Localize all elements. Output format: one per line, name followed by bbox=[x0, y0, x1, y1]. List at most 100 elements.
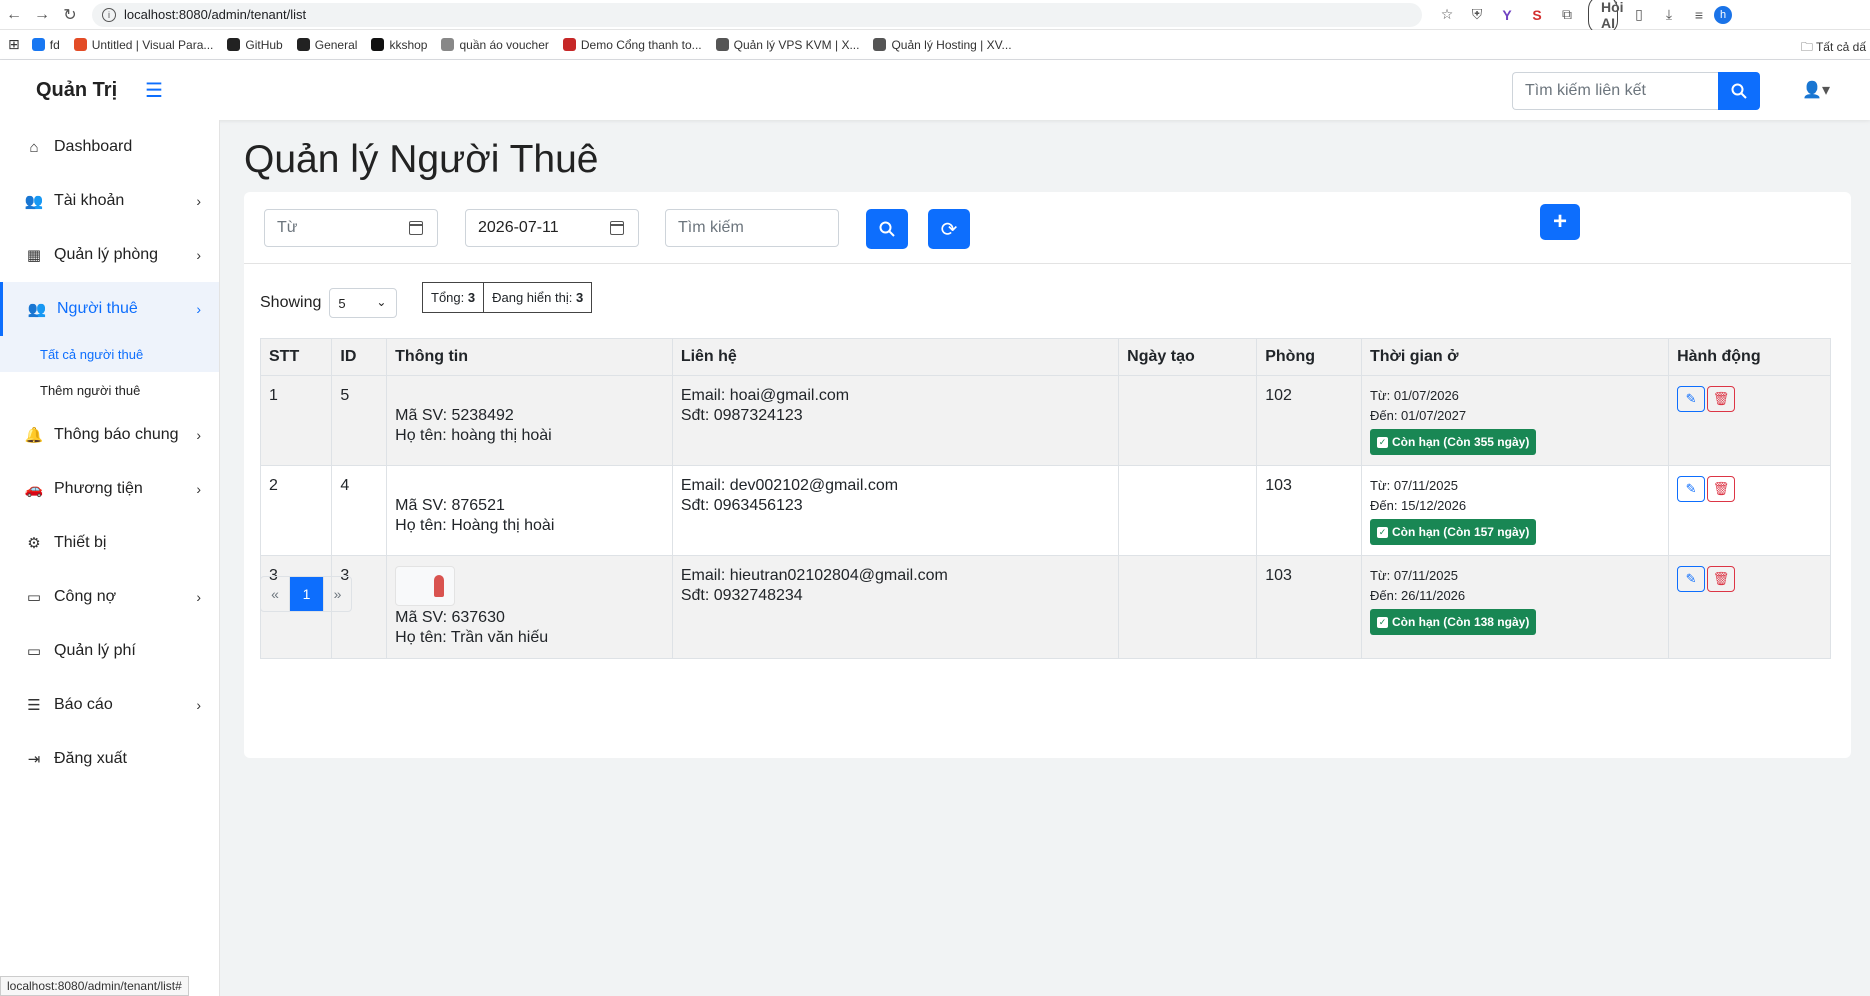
date-from-field[interactable]: Từ bbox=[264, 209, 438, 247]
puzzle-icon[interactable]: ⧉ bbox=[1552, 6, 1582, 23]
split-view-icon[interactable]: ▯ bbox=[1624, 6, 1654, 23]
pagination-current[interactable]: 1 bbox=[289, 577, 323, 611]
sidebar-item[interactable]: 👥 Người thuê › bbox=[0, 282, 219, 336]
download-icon[interactable]: ⤓ bbox=[1654, 6, 1684, 23]
stay-from: Từ: 07/11/2025 bbox=[1369, 478, 1458, 493]
edit-button[interactable]: ✎ bbox=[1677, 386, 1706, 412]
edit-icon: ✎ bbox=[1685, 481, 1697, 496]
browser-toolbar: ← → ↻ i localhost:8080/admin/tenant/list… bbox=[0, 0, 1870, 35]
bookmark-item[interactable]: Demo Cổng thanh to... bbox=[562, 38, 702, 52]
showing-label: Showing bbox=[260, 294, 322, 311]
date-to-field[interactable]: 2026-07-11 bbox=[465, 209, 639, 247]
bookmark-item[interactable]: fd bbox=[31, 38, 60, 52]
shield-icon[interactable]: ⛨ bbox=[1462, 6, 1492, 23]
sidebar-item[interactable]: ☰ Báo cáo › bbox=[0, 678, 219, 732]
cell-actions: ✎ 🗑 bbox=[1668, 375, 1831, 466]
apps-icon[interactable]: ⊞ bbox=[8, 36, 20, 53]
sidebar-subitem[interactable]: Tất cả người thuê bbox=[0, 336, 219, 372]
cell-actions: ✎ 🗑 bbox=[1668, 465, 1831, 556]
pagination-next[interactable]: » bbox=[323, 577, 351, 611]
column-header: Liên hệ bbox=[671, 338, 1120, 376]
refresh-icon: ⟳ bbox=[940, 218, 958, 241]
student-card-image[interactable] bbox=[395, 566, 456, 606]
forward-icon[interactable]: → bbox=[28, 1, 56, 29]
calendar-icon[interactable] bbox=[610, 221, 624, 235]
user-menu-icon[interactable]: 👤▾ bbox=[1802, 80, 1830, 100]
star-icon[interactable]: ☆ bbox=[1432, 6, 1462, 23]
pagination-prev[interactable]: « bbox=[261, 577, 289, 611]
sidebar-item-label: Người thuê bbox=[57, 300, 138, 317]
all-bookmarks[interactable]: 🗀 Tất cả dấ bbox=[1801, 38, 1866, 59]
back-icon[interactable]: ← bbox=[0, 1, 28, 29]
link-search-button[interactable] bbox=[1718, 72, 1760, 110]
page-size-value: 5 bbox=[338, 295, 346, 311]
search-button[interactable] bbox=[866, 209, 908, 249]
filter-bar: Từ 2026-07-11 Tìm kiếm ⟳ + bbox=[244, 192, 1851, 264]
extension-s-icon[interactable]: S bbox=[1522, 7, 1552, 23]
bookmark-item[interactable]: quần áo voucher bbox=[441, 38, 549, 52]
date-from-placeholder: Từ bbox=[277, 219, 298, 236]
sidebar-item[interactable]: 🚗 Phương tiện › bbox=[0, 462, 219, 516]
profile-icon[interactable]: h bbox=[1714, 5, 1732, 24]
delete-button[interactable]: 🗑 bbox=[1707, 566, 1736, 592]
bookmark-label: Quản lý Hosting | XV... bbox=[891, 37, 1012, 52]
sidebar-subitem[interactable]: Thêm người thuê bbox=[0, 372, 219, 408]
sidebar-item[interactable]: 🔔 Thông báo chung › bbox=[0, 408, 219, 462]
sidebar-item[interactable]: ▭ Công nợ › bbox=[0, 570, 219, 624]
user-group-icon: 👥 bbox=[27, 301, 47, 318]
sidebar-item[interactable]: ▭ Quản lý phí bbox=[0, 624, 219, 678]
cell-stt: 1 bbox=[259, 375, 333, 466]
sidebar-item-label: Dashboard bbox=[54, 138, 133, 155]
full-name: Họ tên: Trần văn hiếu bbox=[395, 629, 549, 646]
column-header: Thời gian ở bbox=[1360, 338, 1670, 376]
sidebar-item[interactable]: ⚙ Thiết bị bbox=[0, 516, 219, 570]
bookmark-item[interactable]: GitHub bbox=[227, 38, 283, 52]
status-badge: ✓ Còn hạn (Còn 355 ngày) bbox=[1369, 429, 1537, 455]
delete-button[interactable]: 🗑 bbox=[1707, 476, 1736, 502]
cell-room: 103 bbox=[1256, 465, 1362, 556]
bookmark-item[interactable]: Untitled | Visual Para... bbox=[73, 37, 214, 52]
bookmark-item[interactable]: kkshop bbox=[371, 38, 427, 52]
reload-icon[interactable]: ↻ bbox=[56, 1, 84, 29]
add-tenant-button[interactable]: + bbox=[1540, 204, 1580, 240]
sidebar-item[interactable]: ⇥ Đăng xuất bbox=[0, 732, 219, 786]
sidebar-item[interactable]: ▦ Quản lý phòng › bbox=[0, 228, 219, 282]
cell-room: 103 bbox=[1256, 555, 1362, 659]
home-icon: ⌂ bbox=[29, 138, 39, 156]
calendar-icon[interactable] bbox=[409, 221, 423, 235]
check-icon: ✓ bbox=[1376, 526, 1388, 538]
sidebar-item-label: Đăng xuất bbox=[54, 750, 127, 767]
stay-to: Đến: 15/12/2026 bbox=[1369, 498, 1467, 513]
brand-title[interactable]: Quản Trị bbox=[36, 79, 117, 102]
bookmark-favicon-icon bbox=[31, 38, 45, 51]
menu-toggle-icon[interactable]: ☰ bbox=[145, 78, 163, 103]
reading-list-icon[interactable]: ≡ bbox=[1684, 7, 1714, 23]
bookmark-item[interactable]: General bbox=[296, 37, 358, 52]
link-search-input[interactable]: Tìm kiếm liên kết bbox=[1512, 72, 1718, 110]
chevron-right-icon: › bbox=[196, 193, 201, 209]
delete-button[interactable]: 🗑 bbox=[1707, 386, 1736, 412]
bookmark-item[interactable]: Quản lý VPS KVM | X... bbox=[715, 38, 859, 52]
cell-stay-period: Từ: 01/07/2026 Đến: 01/07/2027 ✓ Còn hạn (C… bbox=[1360, 375, 1670, 466]
student-id: Mã SV: 637630 bbox=[395, 609, 505, 626]
sidebar-item[interactable]: ⌂ Dashboard bbox=[0, 120, 219, 174]
cell-id: 4 bbox=[331, 465, 388, 556]
users-icon: 👥 bbox=[24, 193, 44, 210]
total-count: Tổng: 3 bbox=[431, 290, 476, 305]
refresh-button[interactable]: ⟳ bbox=[928, 209, 970, 249]
sidebar-item-label: Công nợ bbox=[54, 588, 117, 605]
extension-y-icon[interactable]: Y bbox=[1492, 7, 1522, 23]
search-field[interactable]: Tìm kiếm bbox=[665, 209, 839, 247]
bookmark-label: Untitled | Visual Para... bbox=[91, 37, 214, 52]
address-bar[interactable]: i localhost:8080/admin/tenant/list bbox=[92, 2, 1422, 27]
page-size-select[interactable]: 5 ⌄ bbox=[329, 288, 398, 318]
edit-button[interactable]: ✎ bbox=[1677, 566, 1706, 592]
site-info-icon[interactable]: i bbox=[102, 7, 116, 22]
check-icon: ✓ bbox=[1376, 436, 1388, 448]
bookmark-item[interactable]: Quản lý Hosting | XV... bbox=[873, 37, 1012, 52]
full-name: Họ tên: Hoàng thị hoài bbox=[395, 517, 555, 534]
status-badge-text: Còn hạn (Còn 138 ngày) bbox=[1391, 615, 1530, 629]
edit-button[interactable]: ✎ bbox=[1677, 476, 1706, 502]
sidebar-item[interactable]: 👥 Tài khoản › bbox=[0, 174, 219, 228]
bookmark-label: General bbox=[314, 37, 358, 52]
